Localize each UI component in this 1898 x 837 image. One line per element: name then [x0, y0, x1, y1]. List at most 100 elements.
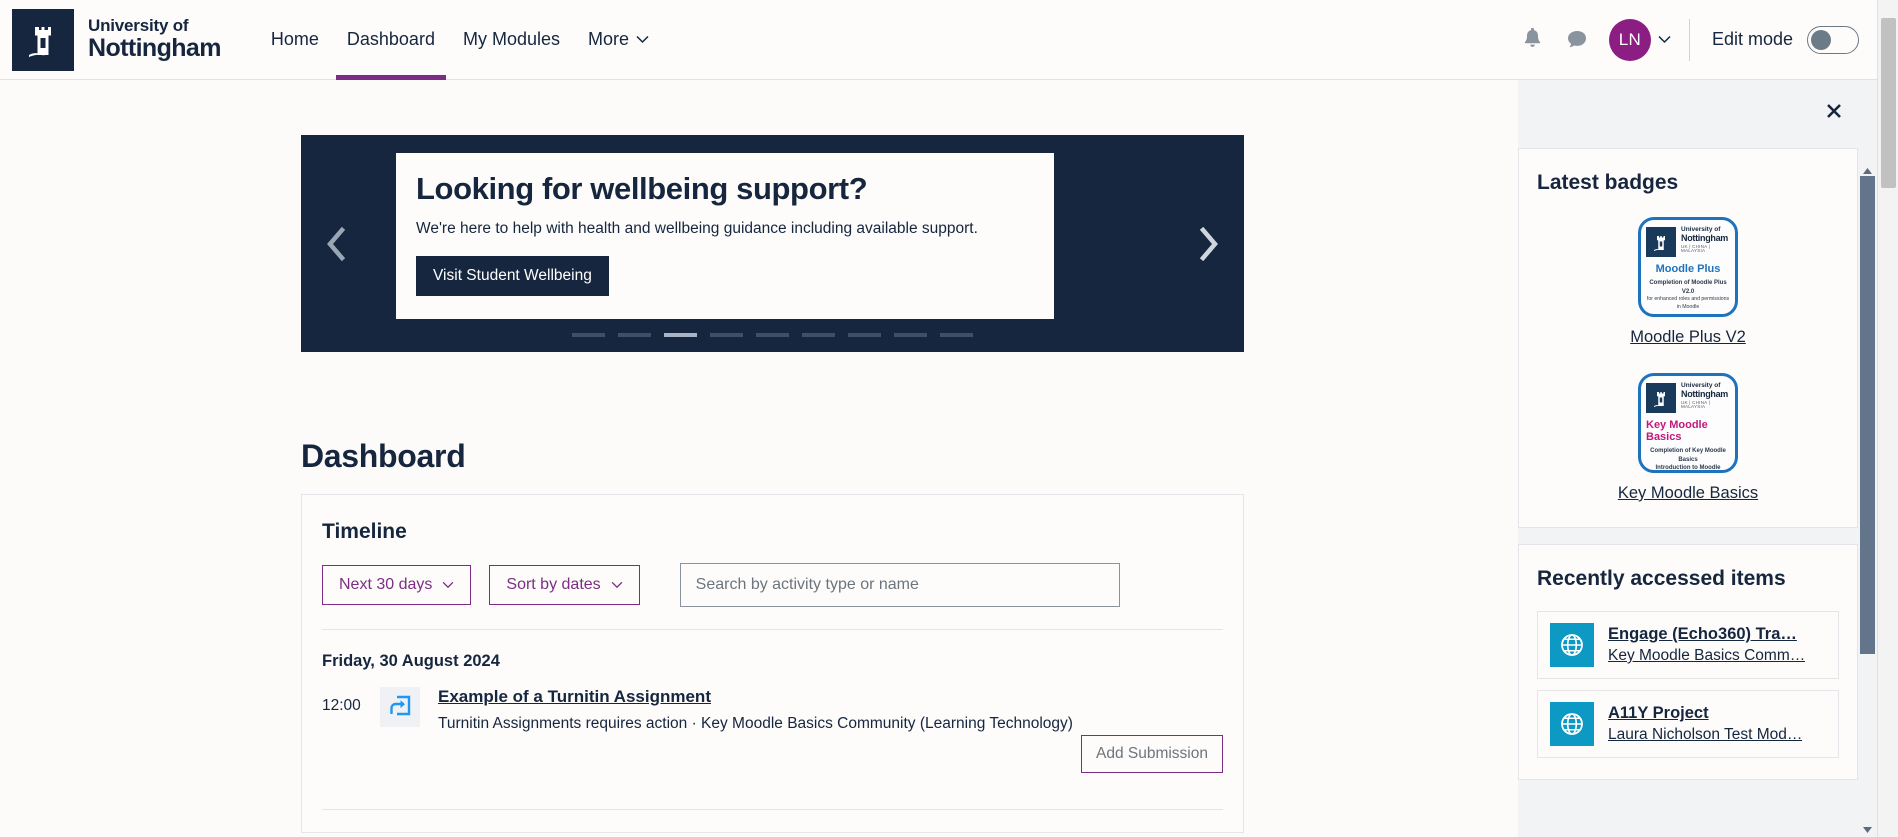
badge-caption-link[interactable]: Key Moodle Basics [1618, 484, 1758, 503]
bell-icon[interactable] [1511, 18, 1555, 62]
brand-line-1: University of [88, 16, 189, 36]
recently-accessed-title: Recently accessed items [1537, 567, 1786, 590]
recent-item-course: Laura Nicholson Test Mod… [1608, 726, 1803, 743]
timeline-group-date: Friday, 30 August 2024 [322, 652, 500, 670]
badge-name: Moodle Plus [1655, 263, 1721, 275]
badge-uni-line3: UK | CHINA | MALAYSIA [1681, 243, 1711, 254]
badge-header: University of Nottingham UK | CHINA | MA… [1646, 226, 1730, 257]
carousel-indicator-5[interactable] [756, 333, 789, 337]
close-icon[interactable] [1819, 96, 1849, 126]
timeline-sort-filter-label: Sort by dates [506, 576, 601, 593]
drawer-scrollbar[interactable] [1858, 148, 1877, 837]
nav-item-my-modules-label: My Modules [462, 29, 560, 49]
badge-image-key-moodle-basics: University of Nottingham UK | CHINA | MA… [1638, 373, 1738, 473]
timeline-search-input[interactable] [679, 563, 1120, 607]
page-body: Looking for wellbeing support? We're her… [0, 80, 1877, 837]
badge-description: Completion of Key Moodle Basics Introduc… [1646, 447, 1730, 470]
timeline-event-time: 12:00 [322, 697, 361, 714]
badge-desc-line1: Completion of Moodle Plus V2.0 [1649, 280, 1727, 295]
recent-items-list: Engage (Echo360) Tra… Key Moodle Basics … [1519, 591, 1857, 779]
timeline-event-link[interactable]: Example of a Turnitin Assignment [438, 687, 711, 707]
timeline-sort-filter[interactable]: Sort by dates [489, 565, 640, 605]
badge-university-text: University of Nottingham UK | CHINA | MA… [1681, 382, 1730, 410]
badge-item: University of Nottingham UK | CHINA | MA… [1519, 373, 1857, 503]
add-submission-button[interactable]: Add Submission [1080, 735, 1223, 773]
nav-item-my-modules[interactable]: My Modules [449, 0, 574, 80]
carousel-indicator-8[interactable] [894, 333, 927, 337]
badge-description: Completion of Moodle Plus V2.0 for enhan… [1646, 279, 1730, 311]
edit-mode-control: Edit mode [1711, 25, 1859, 54]
toggle-knob [1811, 29, 1831, 50]
badge-uni-line2: Nottingham [1681, 232, 1728, 243]
main-content-column: Looking for wellbeing support? We're her… [0, 80, 1518, 837]
chevron-down-icon [442, 576, 454, 594]
list-item-text: A11Y Project Laura Nicholson Test Mod… [1608, 704, 1802, 744]
user-menu[interactable]: LN [1608, 18, 1671, 61]
castle-crest-icon [1646, 227, 1676, 257]
badge-header: University of Nottingham UK | CHINA | MA… [1646, 382, 1730, 413]
carousel-title: Looking for wellbeing support? [416, 171, 868, 206]
carousel-prev-button[interactable] [301, 135, 371, 352]
visit-student-wellbeing-button[interactable]: Visit Student Wellbeing [416, 256, 609, 296]
latest-badges-title: Latest badges [1537, 171, 1679, 194]
carousel-indicator-9[interactable] [940, 333, 973, 337]
scroll-up-icon[interactable] [1862, 162, 1873, 174]
nav-item-dashboard[interactable]: Dashboard [333, 0, 449, 80]
timeline-bottom-divider [322, 809, 1223, 810]
turnitin-assignment-icon [380, 687, 420, 727]
recent-item-course: Key Moodle Basics Comm… [1608, 647, 1806, 664]
castle-crest-icon [12, 8, 74, 71]
carousel-indicator-7[interactable] [848, 333, 881, 337]
announcement-carousel: Looking for wellbeing support? We're her… [301, 135, 1244, 352]
globe-icon [1550, 623, 1594, 667]
nav-item-dashboard-label: Dashboard [346, 29, 435, 49]
carousel-next-button[interactable] [1174, 135, 1244, 352]
drawer-scrollbar-thumb[interactable] [1860, 176, 1875, 654]
badge-caption-link[interactable]: Moodle Plus V2 [1630, 328, 1746, 347]
top-navigation-bar: University of Nottingham Home Dashboard … [0, 0, 1877, 80]
badge-name: Key Moodle Basics [1646, 419, 1708, 443]
nav-item-more[interactable]: More [574, 0, 663, 80]
list-item[interactable]: A11Y Project Laura Nicholson Test Mod… [1537, 690, 1839, 758]
carousel-indicator-2[interactable] [618, 333, 651, 337]
badge-university-text: University of Nottingham UK | CHINA | MA… [1681, 226, 1730, 254]
scroll-down-icon[interactable] [1862, 821, 1873, 833]
carousel-indicator-3[interactable] [664, 333, 697, 337]
page-scrollbar[interactable] [1877, 0, 1898, 837]
chevron-down-icon [1658, 35, 1671, 44]
badge-uni-line2: Nottingham [1681, 388, 1728, 399]
nav-item-home[interactable]: Home [257, 0, 333, 80]
timeline-date-filter[interactable]: Next 30 days [322, 565, 472, 605]
recent-item-name: A11Y Project [1608, 704, 1709, 722]
carousel-indicator-6[interactable] [802, 333, 835, 337]
nav-right-cluster: LN Edit mode [1511, 0, 1877, 80]
timeline-block: Timeline Next 30 days Sort by dates Sear… [301, 494, 1244, 833]
carousel-indicator-4[interactable] [710, 333, 743, 337]
edit-mode-label: Edit mode [1711, 29, 1793, 49]
recently-accessed-items-block: Recently accessed items Engage (Echo360)… [1518, 544, 1858, 780]
latest-badges-block: Latest badges University of Nottingham U… [1518, 148, 1858, 528]
brand-wordmark: University of Nottingham [88, 17, 221, 61]
carousel-indicators [301, 333, 1244, 337]
avatar: LN [1608, 18, 1651, 61]
badge-desc-line1: Completion of Key Moodle Basics [1650, 448, 1726, 463]
badge-desc-line2: for enhanced roles and permissions in Mo… [1646, 296, 1730, 310]
nav-item-more-label: More [587, 29, 629, 49]
site-logo-link[interactable]: University of Nottingham [12, 8, 221, 71]
badge-item: University of Nottingham UK | CHINA | MA… [1519, 217, 1857, 347]
drawer-content: Latest badges University of Nottingham U… [1518, 148, 1858, 837]
nav-divider [1688, 18, 1690, 61]
timeline-event-body: Example of a Turnitin Assignment Turniti… [438, 687, 1073, 733]
list-item[interactable]: Engage (Echo360) Tra… Key Moodle Basics … [1537, 611, 1839, 679]
timeline-event-row: 12:00 Example of a Turnitin Assignment T… [302, 671, 1243, 773]
recent-item-name: Engage (Echo360) Tra… [1608, 625, 1797, 643]
chevron-down-icon [611, 576, 623, 594]
edit-mode-toggle[interactable] [1807, 25, 1859, 54]
badge-image-moodle-plus: University of Nottingham UK | CHINA | MA… [1638, 217, 1738, 317]
primary-nav: Home Dashboard My Modules More [257, 0, 663, 80]
carousel-indicator-1[interactable] [572, 333, 605, 337]
page-scrollbar-thumb[interactable] [1881, 18, 1896, 188]
badge-uni-line3: UK | CHINA | MALAYSIA [1681, 399, 1711, 410]
timeline-title: Timeline [322, 520, 407, 543]
message-bubble-icon[interactable] [1555, 18, 1599, 62]
